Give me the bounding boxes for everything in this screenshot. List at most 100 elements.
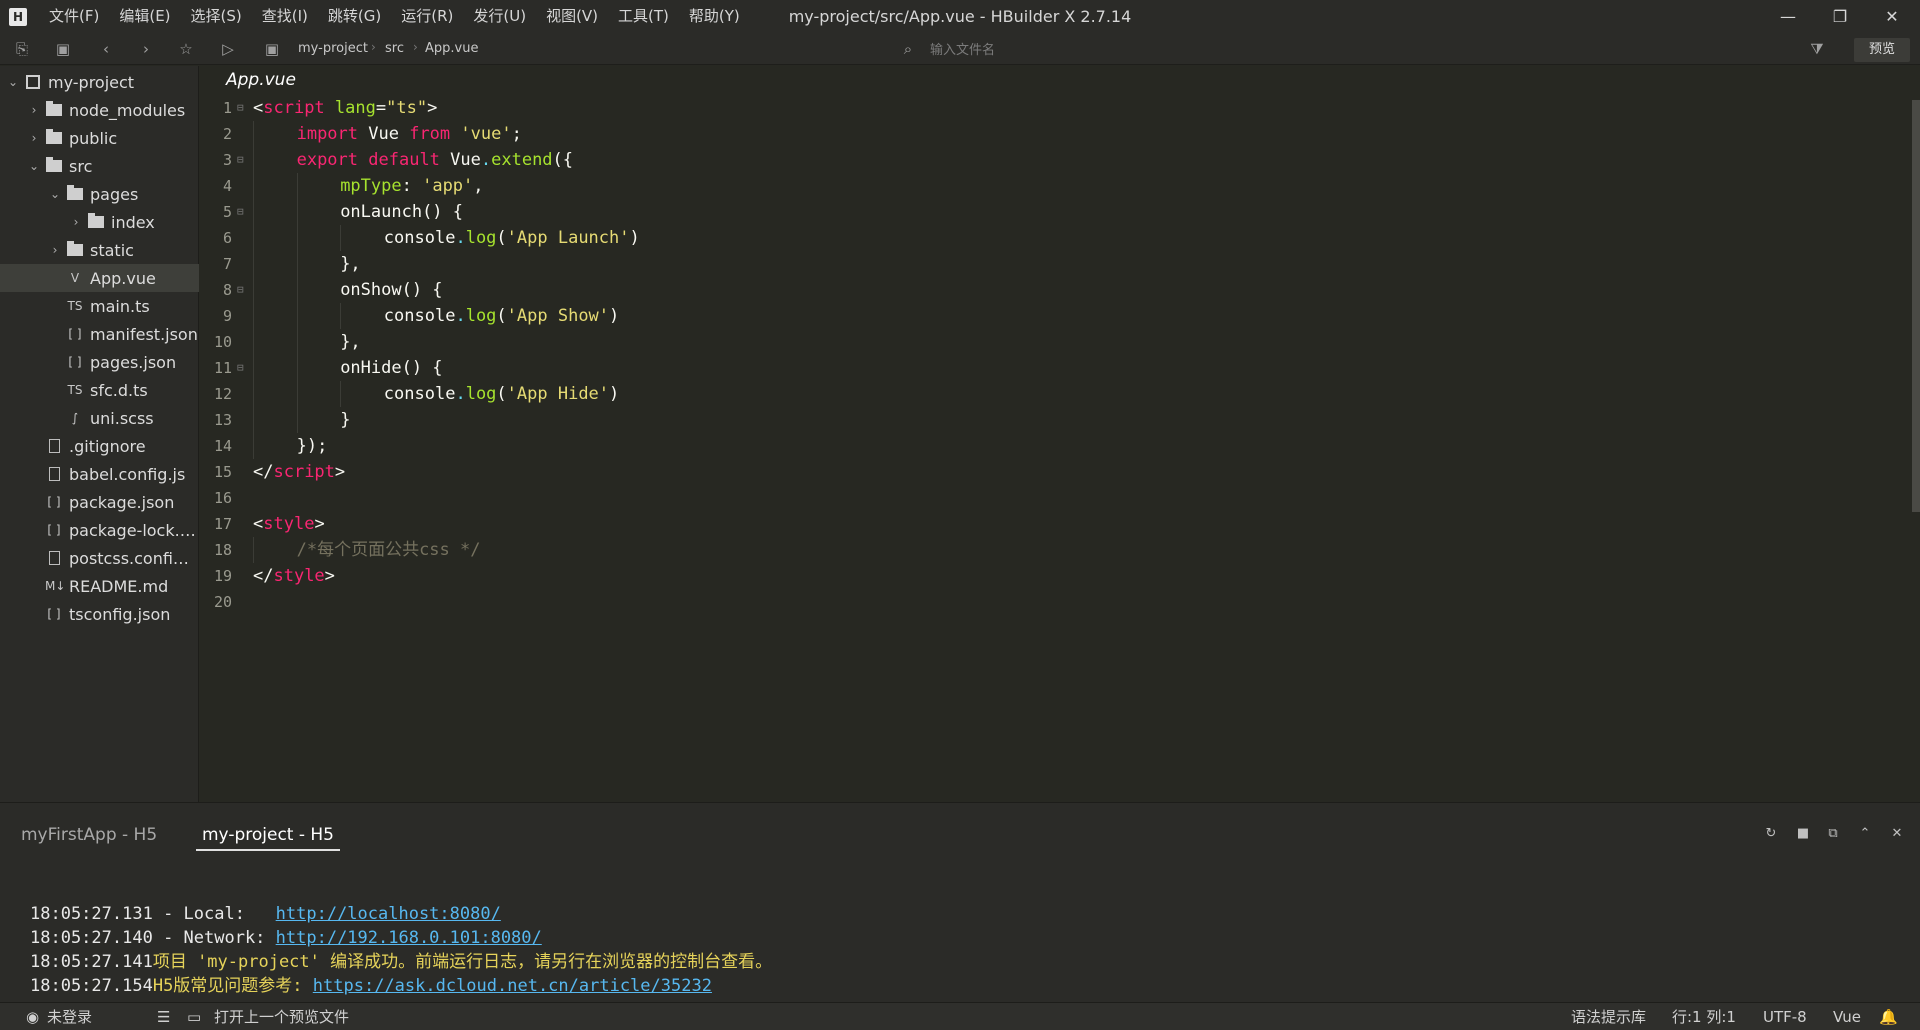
tree-item[interactable]: [ ] package-lock.j... [0,516,199,544]
tree-item[interactable]: ⌄ src [0,152,199,180]
stop-icon[interactable]: ■ [1794,825,1812,843]
code-line[interactable]: 12 console.log('App Hide') [200,381,1900,407]
code-line[interactable]: 4 mpType: 'app', [200,173,1900,199]
preview-file-icon[interactable]: ▭ [187,1003,201,1030]
tree-item[interactable]: › public [0,124,199,152]
maximize-panel-icon[interactable]: ⌃ [1856,825,1874,843]
back-icon[interactable]: ‹ [96,39,116,59]
chevron-down-icon[interactable]: ⌄ [27,159,41,173]
indent-guide [253,537,254,563]
code-line[interactable]: 20 [200,589,1900,615]
code-line[interactable]: 14}); [200,433,1900,459]
menu-item[interactable]: 文件(F) [39,0,109,33]
code-line[interactable]: 11 ⊟ onHide() { [200,355,1900,381]
chevron-down-icon[interactable]: ⌄ [48,187,62,201]
menu-item[interactable]: 查找(I) [252,0,318,33]
log-link[interactable]: http://192.168.0.101:8080/ [276,928,542,948]
forward-icon[interactable]: › [136,39,156,59]
close-panel-icon[interactable]: ✕ [1888,825,1906,843]
tree-item[interactable]: [ ] tsconfig.json [0,600,199,628]
tree-item[interactable]: [ ] pages.json [0,348,199,376]
star-icon[interactable]: ☆ [176,39,196,59]
menu-item[interactable]: 帮助(Y) [679,0,750,33]
fold-toggle-icon[interactable]: ⊟ [237,147,244,173]
console-tab-my-project[interactable]: my-project - H5 [196,821,340,851]
code-line[interactable]: 13} [200,407,1900,433]
menu-item[interactable]: 编辑(E) [109,0,180,33]
open-browser-icon[interactable]: ⧉ [1824,825,1842,843]
restart-icon[interactable]: ↻ [1762,825,1780,843]
fold-toggle-icon[interactable]: ⊟ [237,355,244,381]
close-button[interactable]: ✕ [1866,0,1918,33]
breadcrumb-src[interactable]: src [385,41,404,56]
list-icon[interactable]: ☰ [157,1003,170,1030]
chevron-right-icon[interactable]: › [27,131,41,145]
console-tab-myfirstapp[interactable]: myFirstApp - H5 [21,821,157,849]
code-line[interactable]: 8 ⊟ onShow() { [200,277,1900,303]
fold-toggle-icon[interactable]: ⊟ [237,95,244,121]
menu-item[interactable]: 发行(U) [463,0,536,33]
tree-item[interactable]: ⌄ pages [0,180,199,208]
chevron-right-icon[interactable]: › [48,243,62,257]
tree-item[interactable]: .gitignore [0,432,199,460]
chevron-right-icon[interactable]: › [27,103,41,117]
login-status[interactable]: 未登录 [47,1003,92,1030]
tree-item[interactable]: ∫ uni.scss [0,404,199,432]
encoding[interactable]: UTF-8 [1763,1003,1807,1030]
menu-item[interactable]: 运行(R) [391,0,463,33]
notification-bell-icon[interactable]: 🔔 [1879,1003,1898,1030]
tree-item[interactable]: postcss.config.js [0,544,199,572]
tree-item[interactable]: [ ] manifest.json [0,320,199,348]
cursor-position[interactable]: 行:1 列:1 [1672,1003,1736,1030]
code-line[interactable]: 5 ⊟ onLaunch() { [200,199,1900,225]
tree-item[interactable]: TS sfc.d.ts [0,376,199,404]
tree-item[interactable]: › node_modules [0,96,199,124]
chevron-right-icon[interactable]: › [69,215,83,229]
filter-icon[interactable]: ⧩ [1807,39,1827,59]
file-search-input[interactable] [930,40,1390,60]
menu-item[interactable]: 视图(V) [536,0,608,33]
menu-item[interactable]: 选择(S) [181,0,252,33]
code-line[interactable]: 3 ⊟ export default Vue.extend({ [200,147,1900,173]
language-mode[interactable]: Vue [1833,1003,1861,1030]
tree-item[interactable]: TS main.ts [0,292,199,320]
code-line[interactable]: 19 </style> [200,563,1900,589]
code-line[interactable]: 9 console.log('App Show') [200,303,1900,329]
fold-toggle-icon[interactable]: ⊟ [237,277,244,303]
code-line[interactable]: 7}, [200,251,1900,277]
tree-item[interactable]: ⌄ my-project [0,68,199,96]
tree-item[interactable]: [ ] package.json [0,488,199,516]
save-icon[interactable]: ▣ [53,39,73,59]
log-link[interactable]: http://localhost:8080/ [276,904,501,924]
tree-item[interactable]: babel.config.js [0,460,199,488]
tree-item[interactable]: V App.vue [0,264,199,292]
code-line[interactable]: 16 [200,485,1900,511]
fold-toggle-icon[interactable]: ⊟ [237,199,244,225]
code-line[interactable]: 10}, [200,329,1900,355]
minimize-button[interactable]: — [1762,0,1814,33]
code-line[interactable]: 6 console.log('App Launch') [200,225,1900,251]
chevron-down-icon[interactable]: ⌄ [6,75,20,89]
editor-scrollbar[interactable] [1912,100,1920,512]
open-previous-preview[interactable]: 打开上一个预览文件 [214,1003,349,1030]
syntax-library[interactable]: 语法提示库 [1571,1003,1646,1030]
log-link[interactable]: https://ask.dcloud.net.cn/article/35232 [313,976,712,996]
run-icon[interactable]: ▷ [218,39,238,59]
tree-item[interactable]: › static [0,236,199,264]
editor-tab-app-vue[interactable]: App.vue [226,66,296,95]
menu-item[interactable]: 跳转(G) [318,0,391,33]
maximize-button[interactable]: ❐ [1814,0,1866,33]
preview-button[interactable]: 预览 [1854,38,1910,62]
code-line[interactable]: 15 </script> [200,459,1900,485]
tree-item[interactable]: › index [0,208,199,236]
code-line[interactable]: 1 ⊟ <script lang="ts"> [200,95,1900,121]
code-editor[interactable]: 1 ⊟ <script lang="ts"> 2 import Vue from 'vu… [200,95,1912,802]
breadcrumb-file[interactable]: App.vue [425,41,478,56]
menu-item[interactable]: 工具(T) [608,0,679,33]
new-file-icon[interactable]: ⎘ [12,39,32,59]
tree-item[interactable]: M↓ README.md [0,572,199,600]
code-line[interactable]: 17 <style> [200,511,1900,537]
code-line[interactable]: 2 import Vue from 'vue'; [200,121,1900,147]
code-line[interactable]: 18 /*每个页面公共css */ [200,537,1900,563]
breadcrumb-project[interactable]: my-project [298,41,368,56]
